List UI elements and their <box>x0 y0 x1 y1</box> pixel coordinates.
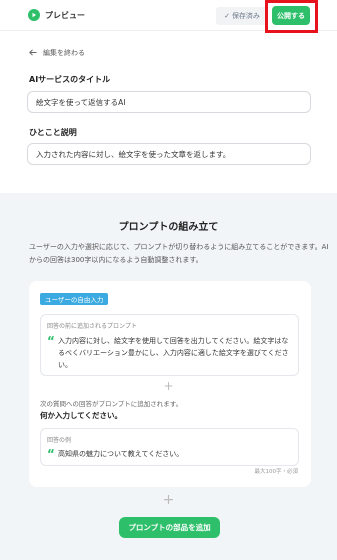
plus-icon[interactable]: + <box>0 379 337 393</box>
description-field[interactable]: 入力された内容に対し、絵文字を使った文章を返します。 <box>27 143 311 165</box>
preview-button[interactable]: プレビュー <box>28 9 85 21</box>
quote-icon: “ <box>47 447 55 461</box>
description-label: ひとこと説明 <box>29 128 77 137</box>
user-input-tag: ユーザーの自由入力 <box>40 293 109 305</box>
play-icon <box>28 9 40 21</box>
example-box[interactable] <box>40 428 299 466</box>
title-label: AIサービスのタイトル <box>29 75 111 84</box>
quote-icon: “ <box>47 334 55 348</box>
check-icon: ✓ <box>224 12 230 20</box>
prompt-section-title: プロンプトの組み立て <box>118 222 219 233</box>
arrow-left-icon <box>29 48 37 58</box>
next-question-info: 次の質問への回答がプロンプトに追加されます。 <box>40 400 183 408</box>
example-text: 高知県の魅力について教えてください。 <box>58 450 184 458</box>
saved-status: ✓ 保存済み <box>216 7 268 25</box>
question-text: 何か入力してください。 <box>40 411 123 420</box>
prefix-prompt-text: 入力内容に対し、絵文字を使用して回答を出力してください。絵文字はなるべくバリエー… <box>58 337 289 369</box>
prompt-section-description: ユーザーの入力や選択に応じて、プロンプトが切り替わるように組み立てることができま… <box>29 243 329 264</box>
title-field[interactable]: 絵文字を使って返信するAI <box>27 91 311 113</box>
preview-label: プレビュー <box>45 10 85 20</box>
limit-note: 最大100字・必須 <box>254 469 299 475</box>
highlight-box <box>265 0 318 33</box>
back-link[interactable]: 編集を終わる <box>29 48 85 58</box>
back-label: 編集を終わる <box>43 49 85 57</box>
prefix-prompt-label: 回答の前に追加されるプロンプト <box>47 323 137 330</box>
saved-label: 保存済み <box>231 12 260 20</box>
plus-icon[interactable]: + <box>0 492 337 508</box>
example-label: 回答の例 <box>47 437 72 444</box>
add-prompt-part-button[interactable]: プロンプトの部品を追加 <box>119 517 220 538</box>
